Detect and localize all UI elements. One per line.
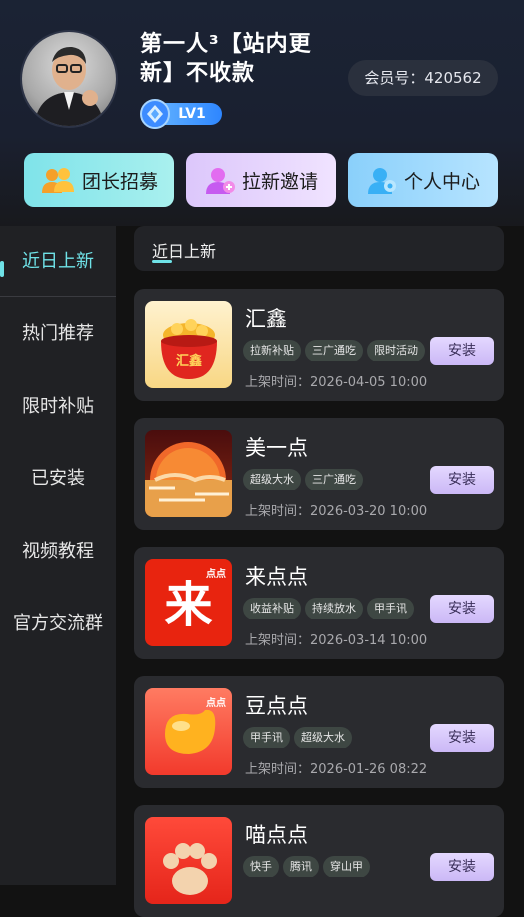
svg-text:汇鑫: 汇鑫 [176, 353, 202, 369]
listing-time: 上架时间：2026-03-20 10:00 [245, 504, 428, 519]
listing-time: 上架时间：2026-01-26 08:22 [245, 762, 428, 777]
app-name: 豆点点 [245, 694, 308, 718]
invite-icon [205, 168, 235, 194]
tag: 三广通吃 [305, 340, 363, 361]
team-recruit-label: 团长招募 [81, 170, 158, 193]
tag-list: 拉新补贴 三广通吃 限时活动 [243, 339, 425, 361]
profile-icon [367, 168, 396, 194]
category-sidebar: 近日上新 热门推荐 限时补贴 已安装 视频教程 官方交流群 [0, 226, 116, 885]
section-header: 近日上新 [134, 226, 504, 271]
install-button[interactable]: 安装 [430, 595, 494, 623]
treasure-pot-icon: 汇鑫 [145, 301, 232, 388]
app-card[interactable]: 点点 豆点点 甲手讯 超级大水 上架时间：2026-01-26 08:22 安装 [134, 676, 504, 788]
tag: 持续放水 [305, 598, 363, 619]
sidebar-item-label: 视频教程 [22, 541, 94, 562]
paw-icon [145, 817, 232, 904]
tag: 限时活动 [367, 340, 425, 361]
tag-list: 甲手讯 超级大水 [243, 726, 425, 748]
icon-char: 来 [164, 577, 213, 633]
bean-icon: 点点 [145, 688, 232, 775]
sunset-icon [145, 430, 232, 517]
listing-time: 上架时间：2026-03-14 10:00 [245, 633, 428, 648]
profile-center-button[interactable]: 个人中心 [348, 153, 498, 207]
app-name: 美一点 [245, 436, 308, 460]
sidebar-item-recent[interactable]: 近日上新 [0, 232, 116, 292]
divider [0, 296, 116, 297]
member-id: 会员号：420562 [348, 60, 498, 96]
sidebar-item-label: 限时补贴 [22, 396, 94, 417]
lai-char-icon: 点点 来 [145, 559, 232, 646]
sidebar-item-label: 官方交流群 [13, 613, 103, 634]
tag: 穿山甲 [323, 856, 370, 877]
tag: 甲手讯 [367, 598, 414, 619]
invite-label: 拉新邀请 [241, 170, 318, 193]
avatar[interactable] [22, 32, 116, 126]
section-title: 近日上新 [152, 242, 217, 261]
sidebar-item-hot[interactable]: 热门推荐 [0, 304, 116, 364]
install-button[interactable]: 安装 [430, 337, 494, 365]
icon-badge: 点点 [206, 698, 226, 709]
diamond-icon [140, 99, 170, 129]
app-card[interactable]: 美一点 超级大水 三广通吃 上架时间：2026-03-20 10:00 安装 [134, 418, 504, 530]
app-card[interactable]: 喵点点 快手 腾讯 穿山甲 安装 [134, 805, 504, 917]
tag: 收益补贴 [243, 598, 301, 619]
sidebar-item-installed[interactable]: 已安装 [0, 449, 116, 509]
install-button[interactable]: 安装 [430, 466, 494, 494]
tag-list: 收益补贴 持续放水 甲手讯 [243, 597, 425, 619]
tag-list: 快手 腾讯 穿山甲 [243, 855, 425, 877]
tag-list: 超级大水 三广通吃 [243, 468, 425, 490]
sidebar-item-tutorials[interactable]: 视频教程 [0, 522, 116, 582]
app-name: 来点点 [245, 565, 308, 589]
title-underline [152, 260, 172, 263]
app-card[interactable]: 点点 来 来点点 收益补贴 持续放水 甲手讯 上架时间：2026-03-14 10:… [134, 547, 504, 659]
install-button[interactable]: 安装 [430, 853, 494, 881]
install-button[interactable]: 安装 [430, 724, 494, 752]
sidebar-item-label: 热门推荐 [22, 323, 94, 344]
app-name: 喵点点 [245, 823, 308, 847]
sidebar-item-label: 已安装 [31, 468, 85, 489]
tag: 快手 [243, 856, 279, 877]
tag: 拉新补贴 [243, 340, 301, 361]
username: 第一人³【站内更新】不收款 [140, 32, 312, 86]
tag: 三广通吃 [305, 469, 363, 490]
sidebar-item-group[interactable]: 官方交流群 [0, 594, 116, 654]
tag: 超级大水 [294, 727, 352, 748]
tag: 甲手讯 [243, 727, 290, 748]
team-recruit-button[interactable]: 团长招募 [24, 153, 174, 207]
active-indicator [0, 261, 4, 277]
sidebar-item-label: 近日上新 [22, 251, 94, 272]
invite-button[interactable]: 拉新邀请 [186, 153, 336, 207]
app-card[interactable]: 汇鑫 汇鑫 拉新补贴 三广通吃 限时活动 上架时间：2026-04-05 10:00… [134, 289, 504, 401]
profile-header: 第一人³【站内更新】不收款 LV1 会员号：420562 团长招募 拉新邀请 个… [0, 0, 524, 226]
sidebar-item-subsidy[interactable]: 限时补贴 [0, 377, 116, 437]
tag: 腾讯 [283, 856, 319, 877]
listing-time: 上架时间：2026-04-05 10:00 [245, 375, 428, 390]
team-icon [41, 168, 74, 193]
tag: 超级大水 [243, 469, 301, 490]
profile-center-label: 个人中心 [403, 170, 480, 193]
level-badge: LV1 [140, 99, 222, 129]
app-name: 汇鑫 [245, 307, 287, 331]
